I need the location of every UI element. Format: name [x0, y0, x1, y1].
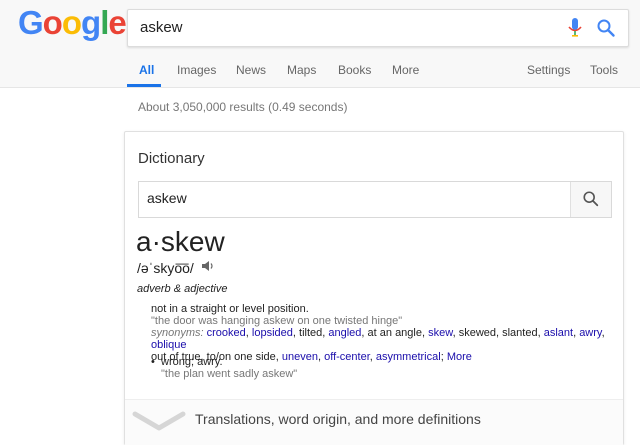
definition-2: • wrong; awry. "the plan went sadly askew…: [151, 356, 611, 380]
synonym-link[interactable]: skew: [428, 327, 452, 339]
logo-letter: l: [100, 4, 109, 41]
logo-letter: o: [61, 4, 82, 41]
definition-example: "the plan went sadly askew": [161, 368, 298, 380]
search-tabs: All Images News Maps Books More Settings…: [0, 63, 640, 87]
synonym-link[interactable]: awry: [579, 327, 601, 339]
tab-images[interactable]: Images: [177, 63, 216, 77]
headword: a·skew: [136, 226, 225, 257]
dictionary-search-input[interactable]: askew: [138, 181, 612, 218]
definition-text: wrong; awry.: [161, 356, 223, 368]
logo-letter: G: [18, 4, 44, 41]
search-icon: [583, 191, 599, 207]
card-title: Dictionary: [138, 150, 205, 167]
search-input[interactable]: askew: [127, 9, 629, 47]
bullet: •: [151, 356, 155, 368]
tab-all[interactable]: All: [139, 63, 154, 77]
speaker-icon[interactable]: [201, 259, 215, 273]
dictionary-search-value: askew: [147, 190, 187, 206]
tab-books[interactable]: Books: [338, 63, 371, 77]
active-tab-indicator: [127, 84, 161, 87]
header: Google askew All Images News Maps Books …: [0, 0, 640, 88]
definition-1: not in a straight or level position. "th…: [151, 303, 611, 363]
chevron-down-icon: [132, 411, 186, 431]
google-logo[interactable]: Google: [18, 3, 127, 43]
synonym-link[interactable]: angled: [328, 327, 361, 339]
synonym-link[interactable]: oblique: [151, 339, 186, 351]
microphone-icon[interactable]: [568, 18, 582, 38]
synonym-text: skewed, slanted,: [458, 327, 541, 339]
tab-maps[interactable]: Maps: [287, 63, 316, 77]
logo-letter: g: [81, 4, 101, 41]
tab-news[interactable]: News: [236, 63, 266, 77]
dictionary-search-button[interactable]: [570, 182, 611, 217]
definition-example: "the door was hanging askew on one twist…: [151, 315, 403, 327]
synonym-text: at an angle,: [367, 327, 426, 339]
synonym-link[interactable]: crooked: [207, 327, 246, 339]
more-definitions-footer[interactable]: Translations, word origin, and more defi…: [125, 399, 623, 445]
more-definitions-label: Translations, word origin, and more defi…: [195, 411, 481, 427]
part-of-speech: adverb & adjective: [137, 283, 228, 295]
dictionary-card: Dictionary askew a·skew /əˈskyo͞o/ adver…: [124, 131, 624, 445]
definition-text: not in a straight or level position.: [151, 303, 309, 315]
synonyms-label: synonyms:: [151, 327, 204, 339]
synonym-link[interactable]: lopsided: [252, 327, 293, 339]
synonym-text: tilted,: [299, 327, 326, 339]
logo-letter: e: [108, 4, 126, 41]
logo-letter: o: [42, 4, 63, 41]
result-stats: About 3,050,000 results (0.49 seconds): [138, 100, 348, 114]
pronunciation: /əˈskyo͞o/: [137, 260, 194, 276]
search-query: askew: [140, 19, 183, 36]
search-icon[interactable]: [596, 18, 616, 38]
tab-tools[interactable]: Tools: [590, 63, 618, 77]
tab-more[interactable]: More: [392, 63, 419, 77]
synonym-link[interactable]: aslant: [544, 327, 573, 339]
tab-settings[interactable]: Settings: [527, 63, 570, 77]
